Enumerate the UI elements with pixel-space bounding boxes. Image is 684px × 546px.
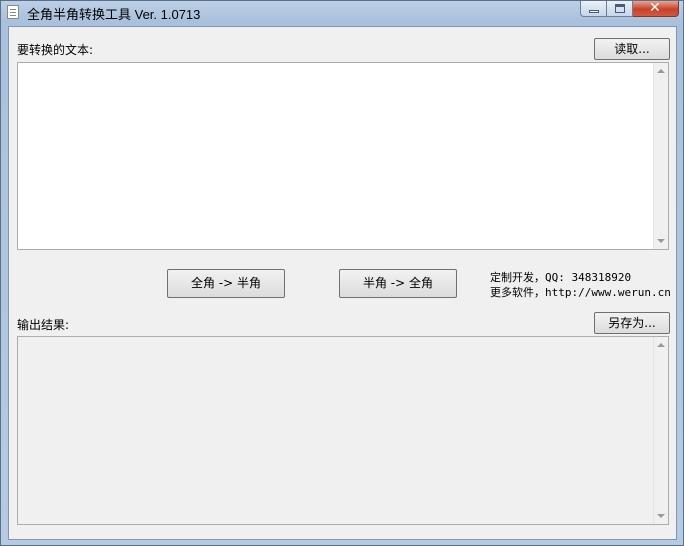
input-scrollbar[interactable] [653, 63, 668, 249]
contact-info: 定制开发，QQ: 348318920 更多软件，http://www.werun… [490, 270, 671, 300]
contact-line: 定制开发，QQ: 348318920 [490, 271, 632, 284]
title-bar[interactable]: 全角半角转换工具 Ver. 1.0713 ✕ [1, 1, 683, 25]
read-button[interactable]: 读取... [594, 38, 670, 60]
input-textarea[interactable] [17, 62, 669, 250]
close-button[interactable]: ✕ [633, 1, 679, 17]
output-scrollbar[interactable] [653, 337, 668, 524]
maximize-icon [615, 4, 625, 13]
app-window: 全角半角转换工具 Ver. 1.0713 ✕ 要转换的文本: 读取... 全角 … [0, 0, 684, 546]
minimize-icon [589, 10, 599, 13]
window-title: 全角半角转换工具 Ver. 1.0713 [27, 7, 201, 22]
scroll-down-icon[interactable] [657, 239, 665, 243]
convert-to-fullwidth-button[interactable]: 半角 -> 全角 [339, 269, 457, 298]
scroll-up-icon[interactable] [657, 343, 665, 347]
minimize-button[interactable] [580, 1, 607, 17]
convert-to-halfwidth-button[interactable]: 全角 -> 半角 [167, 269, 285, 298]
website-line: 更多软件，http://www.werun.cn [490, 286, 671, 299]
save-as-button[interactable]: 另存为... [594, 312, 670, 334]
maximize-button[interactable] [607, 1, 633, 17]
close-icon: ✕ [649, 0, 661, 16]
scroll-up-icon[interactable] [657, 69, 665, 73]
client-area: 要转换的文本: 读取... 全角 -> 半角 半角 -> 全角 定制开发，QQ:… [8, 26, 677, 540]
input-label: 要转换的文本: [17, 43, 94, 57]
window-controls: ✕ [580, 1, 679, 18]
output-label: 输出结果: [17, 318, 70, 332]
scroll-down-icon[interactable] [657, 514, 665, 518]
app-icon[interactable] [7, 5, 19, 19]
output-textarea[interactable] [17, 336, 669, 525]
